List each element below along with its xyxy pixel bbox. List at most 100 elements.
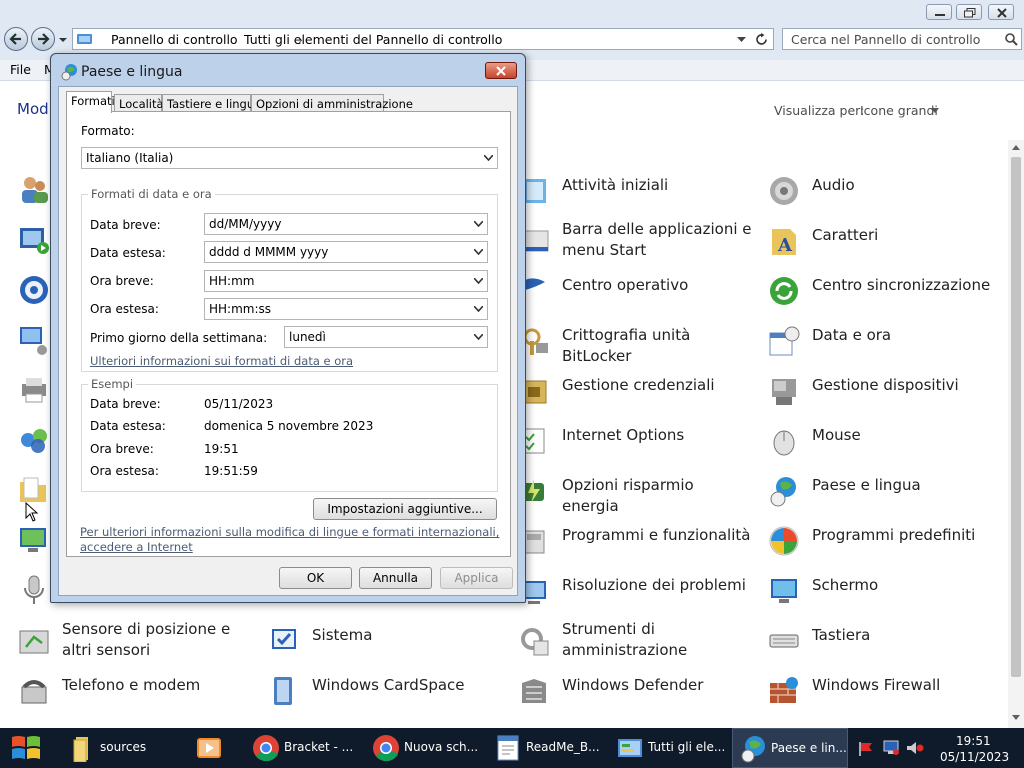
long-date-select[interactable]: dddd d MMMM yyyy [204,241,488,263]
clock-date[interactable]: 05/11/2023 [940,750,1009,764]
taskbar-button-bracket[interactable]: Bracket - ... [246,728,362,768]
chevron-down-icon [484,155,493,161]
action-center-flag-icon[interactable] [858,741,874,756]
control-panel-icon [618,739,642,757]
dialog-title: Paese e lingua [81,64,183,80]
breadcrumb-control-panel[interactable]: Pannello di controllo [111,32,238,47]
taskbar-button-nuova-scheda[interactable]: Nuova sch... [366,728,482,768]
scroll-down-icon[interactable] [1012,715,1020,721]
first-day-select[interactable]: lunedì [284,326,488,348]
example-label-data-estesa: Data estesa: [90,419,166,433]
field-label-data-estesa: Data estesa: [90,246,166,260]
taskbar-label: Nuova sch... [404,740,479,754]
cp-label: Programmi predefiniti [812,526,976,544]
long-time-value: HH:mm:ss [209,302,272,316]
first-day-value: lunedì [289,330,326,344]
taskbar-button-media-player[interactable] [186,728,240,768]
example-value-data-estesa: domenica 5 novembre 2023 [204,419,374,433]
arrow-left-icon [9,33,21,45]
forward-button[interactable] [31,27,55,51]
dialog-close-button[interactable] [485,62,517,79]
format-select[interactable]: Italiano (Italia) [81,147,498,169]
apply-button[interactable]: Applica [440,567,513,589]
ok-button[interactable]: OK [279,567,352,589]
taskbar-button-readme[interactable]: ReadMe_B... [488,728,604,768]
intl-info-link[interactable]: Per ulteriori informazioni sulla modific… [80,525,499,539]
additional-settings-button[interactable]: Impostazioni aggiuntive... [313,498,497,520]
taskbar-button-control-panel[interactable]: Tutti gli ele... [610,728,726,768]
cp-label: Caratteri [812,226,879,244]
network-icon[interactable] [882,740,900,756]
chevron-down-icon [474,249,483,255]
devices-printers-icon[interactable] [18,374,50,406]
tab-formati[interactable]: Formati [66,91,115,113]
cardspace-icon [274,677,292,705]
page-title: Mod [17,100,49,118]
windows-logo-icon [12,736,40,759]
breadcrumb-all-items[interactable]: Tutti gli elementi del Pannello di contr… [244,32,502,47]
phone-modem-icon [21,680,47,704]
search-input[interactable]: Cerca nel Pannello di controllo [791,32,980,47]
cp-label: Centro operativo [562,276,689,294]
field-label-ora-estesa: Ora estesa: [90,302,159,316]
media-player-icon [197,738,221,758]
chevron-down-icon [474,278,483,284]
personalization-icon[interactable] [18,524,50,556]
scrollbar-thumb[interactable] [1011,157,1021,677]
format-select-value: Italiano (Italia) [86,151,174,165]
defender-icon [522,679,546,703]
clock-time[interactable]: 19:51 [956,734,991,748]
breadcrumb-chevron-icon[interactable]: › [475,32,480,47]
cancel-button[interactable]: Annulla [359,567,432,589]
taskbar-button-sources[interactable]: sources [62,728,178,768]
restore-button[interactable] [956,4,982,20]
chrome-icon [253,735,279,762]
cp-label: Windows Defender [562,676,704,694]
start-button[interactable] [0,728,54,768]
close-icon [496,66,506,76]
taskbar-label: Bracket - ... [284,740,354,754]
search-box[interactable]: Cerca nel Pannello di controllo [782,28,1022,50]
back-button[interactable] [4,27,28,51]
speech-recognition-icon[interactable] [18,574,50,606]
short-time-select[interactable]: HH:mm [204,270,488,292]
tab-opzioni-amministrazione[interactable]: Opzioni di amministrazione [251,94,413,112]
restore-icon [964,8,976,18]
chevron-down-icon [474,306,483,312]
taskbar-button-region-language[interactable]: Paese e lin... [732,728,848,768]
ease-of-access-icon[interactable] [18,274,50,306]
tab-localita[interactable]: Località [114,94,164,112]
address-dropdown-icon[interactable] [737,37,746,43]
example-label-ora-breve: Ora breve: [90,442,154,456]
dialog-client-area: Formati Località Tastiere e lingue Opzio… [58,86,518,596]
cp-label: Mouse [812,426,861,444]
view-by-dropdown[interactable]: Icone grandi [860,103,938,118]
search-icon[interactable] [1005,33,1018,46]
long-date-value: dddd d MMMM yyyy [209,245,329,259]
cp-label: Centro sincronizzazione [812,276,991,294]
cp-label: Tastiera [812,626,871,644]
user-accounts-icon[interactable] [18,174,50,206]
volume-muted-icon[interactable] [906,741,924,755]
short-date-select[interactable]: dd/MM/yyyy [204,213,488,235]
taskbar-label: Paese e lin... [771,741,847,755]
format-label: Formato: [81,124,135,138]
remote-app-icon[interactable] [18,324,50,356]
datetime-info-link[interactable]: Ulteriori informazioni sui formati di da… [90,354,353,368]
refresh-icon[interactable] [756,33,768,46]
scroll-up-icon[interactable] [1012,145,1020,151]
autoplay-icon[interactable] [18,224,50,256]
cp-label: Opzioni risparmio energia [562,476,694,515]
long-time-select[interactable]: HH:mm:ss [204,298,488,320]
region-language-dialog: Paese e lingua Formati Località Tastiere… [50,53,526,603]
close-window-button[interactable] [988,4,1014,20]
intl-info-link-continued[interactable]: accedere a Internet [80,540,193,554]
menu-file[interactable]: File [10,62,31,77]
cp-label: Strumenti di amministrazione [562,620,688,659]
view-by-chevron-icon[interactable] [931,108,939,113]
address-bar[interactable]: Pannello di controllo › Tutti gli elemen… [72,28,774,50]
recent-pages-icon[interactable] [58,36,68,44]
homegroup-icon[interactable] [18,424,50,456]
minimize-button[interactable] [926,4,952,20]
tab-tastiere-lingue[interactable]: Tastiere e lingue [162,94,261,112]
